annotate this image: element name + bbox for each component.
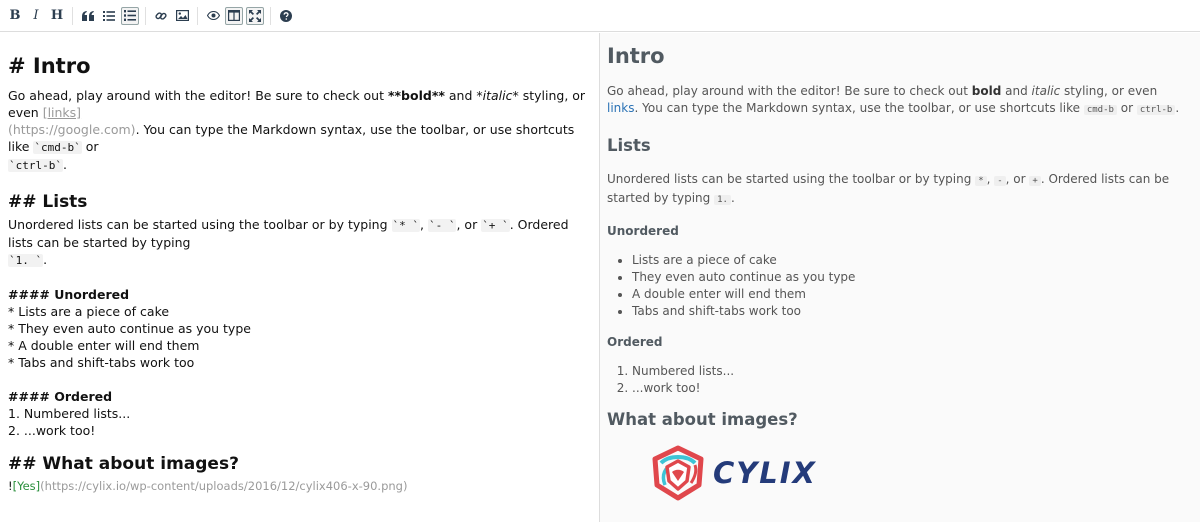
preview-button[interactable] [204,7,222,25]
cylix-logo: CYLIX [649,445,1192,501]
editor-toolbar: B I H [0,0,1200,32]
quote-button[interactable] [79,7,97,25]
toolbar-divider [72,6,73,25]
columns-icon [228,10,240,21]
preview-unordered-list: Lists are a piece of cake They even auto… [607,252,1192,320]
ordered-list-button[interactable] [121,6,139,25]
preview-heading-intro: Intro [607,44,665,68]
fullscreen-icon [249,9,261,22]
preview-intro-paragraph: Go ahead, play around with the editor! B… [607,84,1180,115]
list-item: A double enter will end them [632,286,1192,303]
toolbar-divider [197,6,198,25]
unordered-list-icon [103,10,115,21]
preview-heading-unordered: Unordered [607,224,679,238]
cylix-logo-icon [652,445,704,501]
image-icon [175,10,189,21]
markdown-editor[interactable]: # Intro Go ahead, play around with the e… [0,33,600,522]
list-item: They even auto continue as you type [632,269,1192,286]
preview-heading-ordered: Ordered [607,335,663,349]
unordered-list-button[interactable] [100,7,118,25]
md-list-line: * Tabs and shift-tabs work too [8,355,195,370]
bold-button[interactable]: B [6,7,24,25]
eye-icon [206,11,220,20]
list-item: Tabs and shift-tabs work too [632,303,1192,320]
list-item: Numbered lists... [632,363,1192,380]
md-list-line: 1. Numbered lists... [8,406,131,421]
md-image-line: ![Yes](https://cylix.io/wp-content/uploa… [8,479,408,493]
italic-button[interactable]: I [27,7,45,25]
list-item: Lists are a piece of cake [632,252,1192,269]
md-intro-paragraph: Go ahead, play around with the editor! B… [8,88,586,172]
md-list-line: * Lists are a piece of cake [8,304,170,319]
preview-lists-paragraph: Unordered lists can be started using the… [607,172,1170,205]
md-list-line: * They even auto continue as you type [8,321,251,336]
image-button[interactable] [173,7,191,25]
md-link-url: (https://google.com) [8,122,136,137]
fullscreen-button[interactable] [246,6,264,25]
preview-ordered-list: Numbered lists... ...work too! [607,363,1192,397]
preview-heading-images: What about images? [607,410,798,429]
side-by-side-button[interactable] [225,6,243,25]
ordered-list-icon [124,10,136,21]
help-icon [280,9,292,22]
md-heading-unordered: #### Unordered [8,287,130,302]
link-button[interactable] [152,7,170,25]
link-icon [155,11,167,20]
toolbar-divider [270,6,271,25]
heading-button[interactable]: H [48,7,66,25]
preview-heading-lists: Lists [607,136,651,155]
md-heading-images: ## What about images? [8,454,239,474]
md-heading-lists: ## Lists [8,192,88,212]
md-heading-ordered: #### Ordered [8,389,113,404]
md-image-alt: [Yes] [12,479,41,493]
md-heading-intro: # Intro [8,54,91,78]
markdown-preview: Intro Go ahead, play around with the edi… [600,33,1200,522]
md-link-text: [links] [42,105,82,120]
guide-button[interactable] [277,7,295,25]
md-image-url: (https://cylix.io/wp-content/uploads/201… [40,479,408,493]
md-list-line: 2. ...work too! [8,423,96,438]
cylix-logo-text: CYLIX [713,455,817,490]
list-item: ...work too! [632,380,1192,397]
toolbar-divider [145,6,146,25]
preview-link[interactable]: links [607,101,634,115]
quote-icon [82,10,94,21]
md-lists-paragraph: Unordered lists can be started using the… [8,217,569,267]
md-list-line: * A double enter will end them [8,338,200,353]
